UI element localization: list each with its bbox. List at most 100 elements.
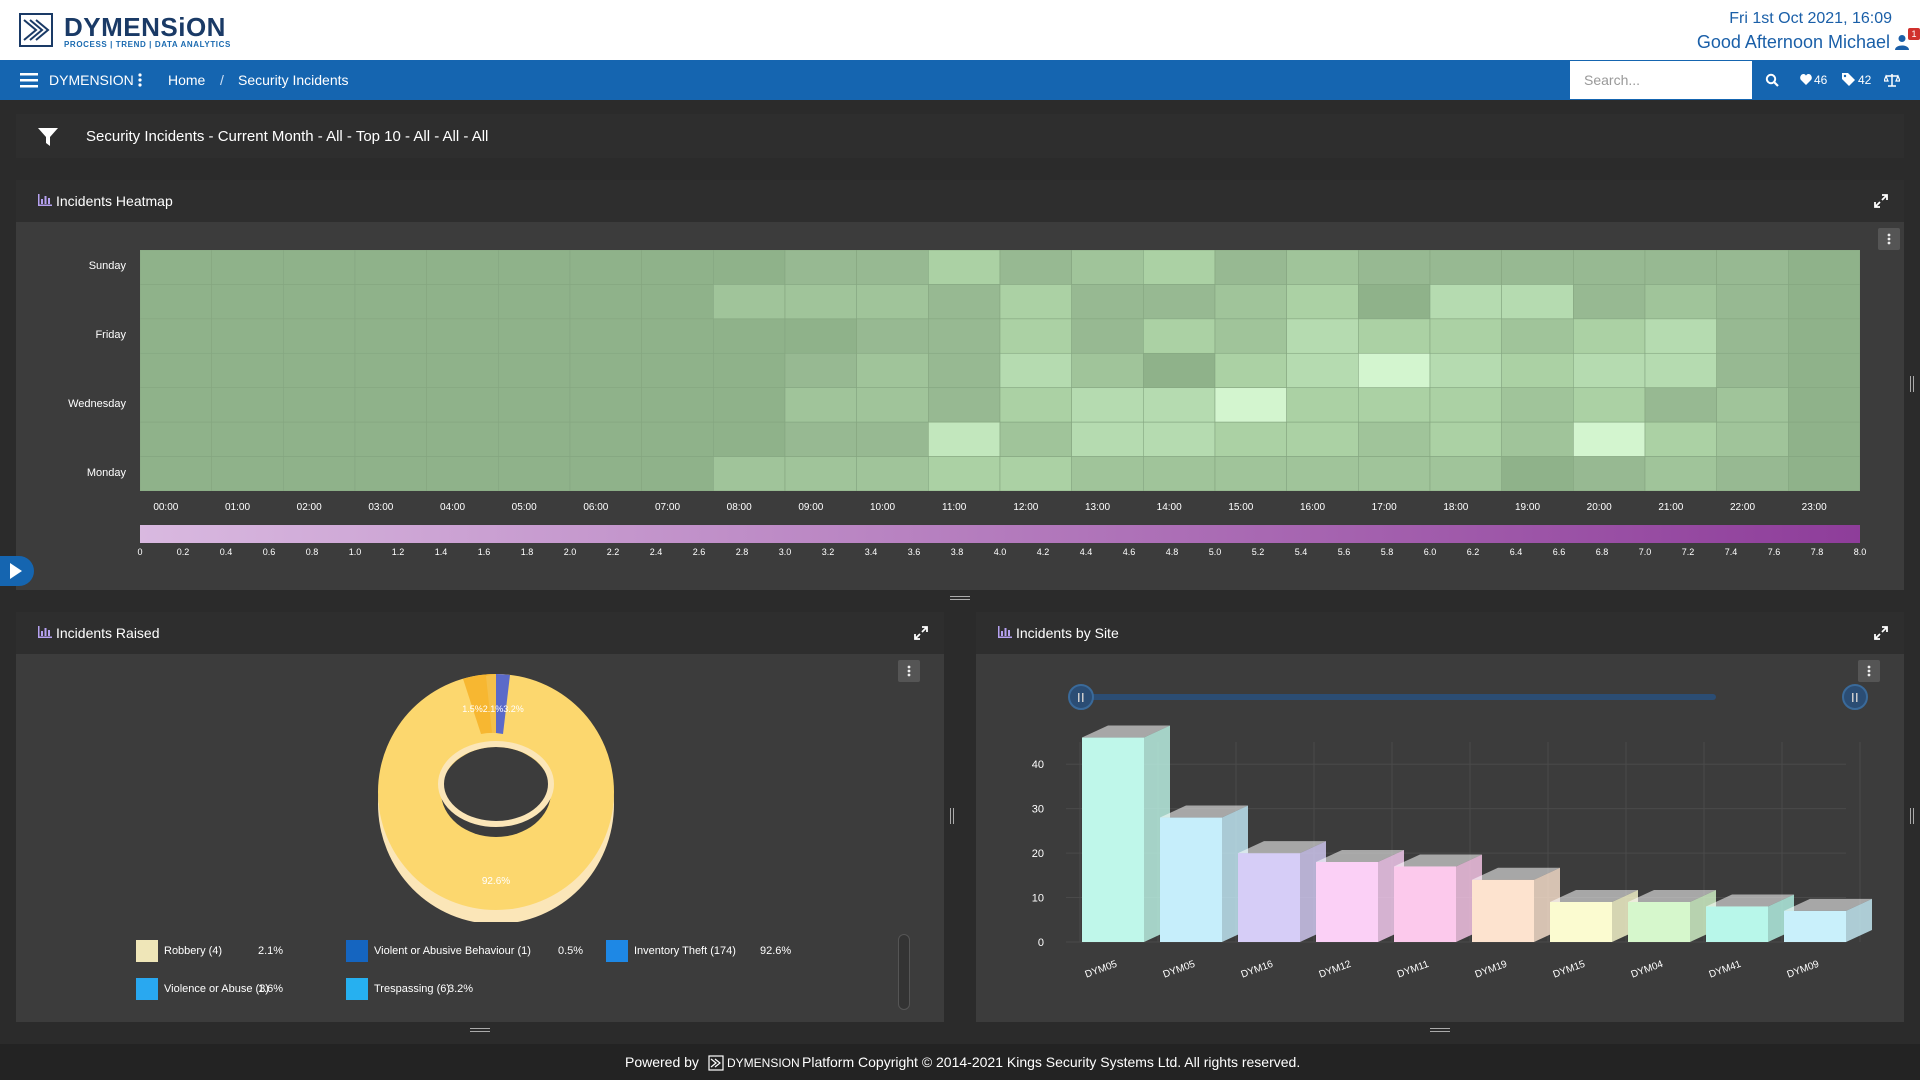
heatmap-cell[interactable]	[1143, 284, 1216, 320]
heatmap-cell[interactable]	[1071, 421, 1144, 457]
heatmap-cell[interactable]	[211, 250, 284, 285]
heatmap-cell[interactable]	[1788, 421, 1860, 457]
heatmap-cell[interactable]	[354, 352, 427, 389]
heatmap-cell[interactable]	[1716, 284, 1789, 320]
tag-icon[interactable]	[1842, 73, 1855, 86]
heatmap-cell[interactable]	[1214, 421, 1287, 457]
heatmap-cell[interactable]	[856, 284, 929, 320]
nav-brand[interactable]: DYMENSION	[49, 60, 134, 100]
heatmap-cell[interactable]	[856, 318, 929, 354]
brand-logo[interactable]: DYMENSiON PROCESS | TREND | DATA ANALYTI…	[18, 10, 238, 50]
heatmap-cell[interactable]	[1358, 456, 1431, 491]
resize-handle-left-panel[interactable]	[470, 1028, 490, 1032]
heatmap-cell[interactable]	[569, 456, 642, 491]
site-bar[interactable]	[1160, 805, 1248, 942]
search-input[interactable]	[1570, 61, 1752, 99]
heatmap-cell[interactable]	[426, 421, 499, 457]
heatmap-cell[interactable]	[641, 250, 714, 285]
heatmap-cell[interactable]	[569, 284, 642, 320]
site-bar[interactable]	[1394, 854, 1482, 942]
site-bar[interactable]	[1082, 725, 1170, 942]
heatmap-cell[interactable]	[1644, 456, 1717, 491]
heatmap-cell[interactable]	[928, 421, 1001, 457]
heatmap-cell[interactable]	[1429, 352, 1502, 389]
heatmap-cell[interactable]	[999, 318, 1072, 354]
heatmap-cell[interactable]	[1286, 250, 1359, 285]
heatmap-cell[interactable]	[641, 421, 714, 457]
footer-brand[interactable]: DYMENSION	[727, 1056, 800, 1070]
heart-icon[interactable]	[1800, 74, 1812, 85]
heatmap-cell[interactable]	[999, 284, 1072, 320]
heatmap-cell[interactable]	[498, 318, 571, 354]
heatmap-cell[interactable]	[140, 284, 212, 320]
heatmap-cell[interactable]	[1788, 284, 1860, 320]
site-bar[interactable]	[1706, 894, 1794, 942]
heatmap-cell[interactable]	[1358, 318, 1431, 354]
heatmap-cell[interactable]	[1214, 250, 1287, 285]
heatmap-cell[interactable]	[1358, 284, 1431, 320]
heatmap-cell[interactable]	[1286, 421, 1359, 457]
heatmap-cell[interactable]	[211, 421, 284, 457]
heatmap-cell[interactable]	[569, 250, 642, 285]
heatmap-cell[interactable]	[1716, 387, 1789, 423]
heatmap-cell[interactable]	[498, 387, 571, 423]
heatmap-cell[interactable]	[784, 352, 857, 389]
site-bar[interactable]	[1628, 890, 1716, 942]
heatmap-cell[interactable]	[784, 318, 857, 354]
heatmap-cell[interactable]	[569, 352, 642, 389]
heatmap-cell[interactable]	[354, 456, 427, 491]
heatmap-cell[interactable]	[1214, 352, 1287, 389]
heatmap-cell[interactable]	[569, 318, 642, 354]
heatmap-cell[interactable]	[713, 318, 786, 354]
heatmap-cell[interactable]	[211, 318, 284, 354]
heatmap-cell[interactable]	[498, 250, 571, 285]
heatmap-cell[interactable]	[1573, 284, 1646, 320]
heatmap-cell[interactable]	[1286, 284, 1359, 320]
site-bar[interactable]	[1238, 841, 1326, 942]
heatmap-cell[interactable]	[784, 284, 857, 320]
heatmap-cell[interactable]	[283, 352, 356, 389]
heatmap-cell[interactable]	[1214, 456, 1287, 491]
heatmap-cell[interactable]	[1573, 318, 1646, 354]
heatmap-cell[interactable]	[1286, 387, 1359, 423]
heatmap-cell[interactable]	[1429, 284, 1502, 320]
heatmap-cell[interactable]	[1573, 250, 1646, 285]
heatmap-cell[interactable]	[1501, 456, 1574, 491]
heatmap-cell[interactable]	[1214, 318, 1287, 354]
heatmap-cell[interactable]	[354, 250, 427, 285]
heatmap-cell[interactable]	[1716, 352, 1789, 389]
heatmap-cell[interactable]	[140, 421, 212, 457]
heatmap-cell[interactable]	[928, 352, 1001, 389]
breadcrumb-home[interactable]: Home	[168, 60, 205, 100]
heatmap-cell[interactable]	[856, 250, 929, 285]
resize-handle[interactable]	[950, 596, 970, 600]
heatmap-cell[interactable]	[1788, 250, 1860, 285]
heatmap-cell[interactable]	[283, 387, 356, 423]
resize-handle-right-panel[interactable]	[1430, 1028, 1450, 1032]
heatmap-cell[interactable]	[283, 421, 356, 457]
heatmap-cell[interactable]	[140, 456, 212, 491]
heatmap-cell[interactable]	[1788, 387, 1860, 423]
heatmap-cell[interactable]	[1429, 387, 1502, 423]
heatmap-cell[interactable]	[641, 456, 714, 491]
heatmap-cell[interactable]	[713, 250, 786, 285]
heatmap-cell[interactable]	[426, 387, 499, 423]
heatmap-cell[interactable]	[641, 352, 714, 389]
heatmap-cell[interactable]	[426, 318, 499, 354]
expand-icon[interactable]	[1874, 194, 1888, 208]
heatmap-cell[interactable]	[1429, 318, 1502, 354]
heatmap-cell[interactable]	[1143, 352, 1216, 389]
heatmap-menu-button[interactable]	[1878, 228, 1900, 250]
heatmap-cell[interactable]	[1286, 318, 1359, 354]
heatmap-cell[interactable]	[1788, 352, 1860, 389]
heatmap-cell[interactable]	[426, 456, 499, 491]
range-slider-handle-start[interactable]	[1068, 684, 1094, 710]
heatmap-cell[interactable]	[1214, 387, 1287, 423]
incidents-raised-menu-button[interactable]	[898, 660, 920, 682]
heatmap-cell[interactable]	[1071, 318, 1144, 354]
heatmap-cell[interactable]	[1644, 421, 1717, 457]
resize-handle-middle[interactable]	[950, 808, 954, 824]
heatmap-cell[interactable]	[1501, 387, 1574, 423]
heatmap-cell[interactable]	[641, 387, 714, 423]
heatmap-cell[interactable]	[856, 352, 929, 389]
